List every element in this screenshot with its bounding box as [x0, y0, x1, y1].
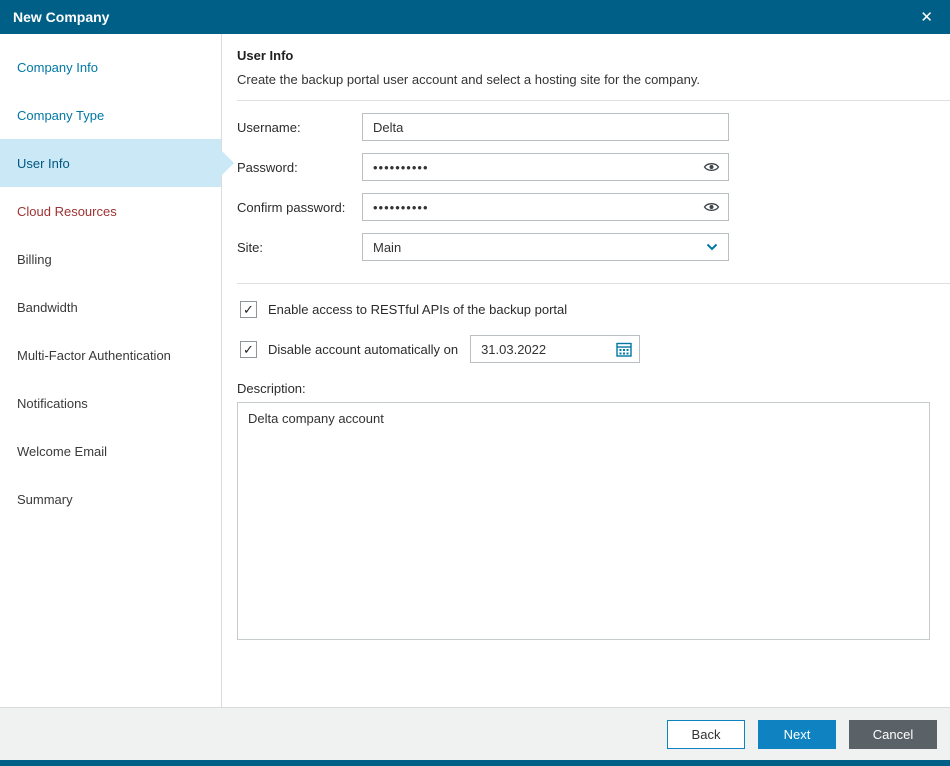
chevron-down-icon — [706, 243, 718, 251]
sidebar-item-welcome-email[interactable]: Welcome Email — [0, 427, 221, 475]
cancel-button[interactable]: Cancel — [849, 719, 937, 749]
sidebar-item-company-type[interactable]: Company Type — [0, 91, 221, 139]
description-textarea[interactable]: Delta company account — [237, 402, 930, 640]
disable-account-row: ✓ Disable account automatically on — [240, 335, 930, 363]
next-button[interactable]: Next — [758, 719, 836, 749]
user-info-panel: User Info Create the backup portal user … — [222, 34, 950, 707]
wizard-steps-sidebar: Company Info Company Type User Info Clou… — [0, 34, 222, 707]
rest-api-checkbox[interactable]: ✓ — [240, 301, 257, 318]
site-select[interactable]: Main — [362, 233, 729, 261]
back-button[interactable]: Back — [667, 719, 745, 749]
new-company-dialog: New Company ✕ Company Info Company Type … — [0, 0, 950, 766]
username-label: Username: — [237, 119, 301, 135]
sidebar-item-billing[interactable]: Billing — [0, 235, 221, 283]
titlebar: New Company ✕ — [0, 0, 950, 34]
sidebar-item-notifications[interactable]: Notifications — [0, 379, 221, 427]
close-icon[interactable]: ✕ — [916, 8, 937, 27]
disable-account-label: Disable account automatically on — [268, 341, 459, 357]
confirm-password-label: Confirm password: — [237, 199, 346, 215]
sidebar-item-company-info[interactable]: Company Info — [0, 43, 221, 91]
page-title: User Info — [237, 48, 294, 63]
sidebar-item-bandwidth[interactable]: Bandwidth — [0, 283, 221, 331]
password-row: Password: — [237, 153, 930, 181]
separator — [237, 100, 950, 101]
disable-account-checkbox[interactable]: ✓ — [240, 340, 257, 358]
username-input[interactable] — [362, 113, 729, 141]
sidebar-item-summary[interactable]: Summary — [0, 475, 221, 523]
site-label: Site: — [237, 239, 264, 255]
page-subtitle: Create the backup portal user account an… — [237, 72, 700, 87]
description-label: Description: — [237, 381, 306, 396]
show-password-icon[interactable] — [703, 161, 720, 173]
calendar-icon[interactable] — [616, 341, 632, 357]
dialog-title: New Company — [13, 9, 110, 25]
rest-api-row: ✓ Enable access to RESTful APIs of the b… — [240, 301, 930, 318]
username-row: Username: — [237, 113, 930, 141]
rest-api-label: Enable access to RESTful APIs of the bac… — [268, 302, 568, 317]
confirm-password-row: Confirm password: — [237, 193, 930, 221]
site-select-value: Main — [373, 239, 402, 255]
disable-date-input[interactable] — [470, 335, 641, 363]
site-row: Site: Main — [237, 233, 930, 261]
sidebar-item-user-info[interactable]: User Info — [0, 139, 221, 187]
sidebar-item-mfa[interactable]: Multi-Factor Authentication — [0, 331, 221, 379]
footer-bar: Back Next Cancel — [0, 707, 950, 760]
show-confirm-password-icon[interactable] — [703, 201, 720, 213]
password-input[interactable] — [362, 153, 729, 181]
separator — [237, 283, 950, 284]
dialog-body: Company Info Company Type User Info Clou… — [0, 34, 950, 707]
password-label: Password: — [237, 159, 298, 175]
sidebar-item-cloud-resources[interactable]: Cloud Resources — [0, 187, 221, 235]
bottom-accent-strip — [0, 760, 950, 766]
confirm-password-input[interactable] — [362, 193, 729, 221]
